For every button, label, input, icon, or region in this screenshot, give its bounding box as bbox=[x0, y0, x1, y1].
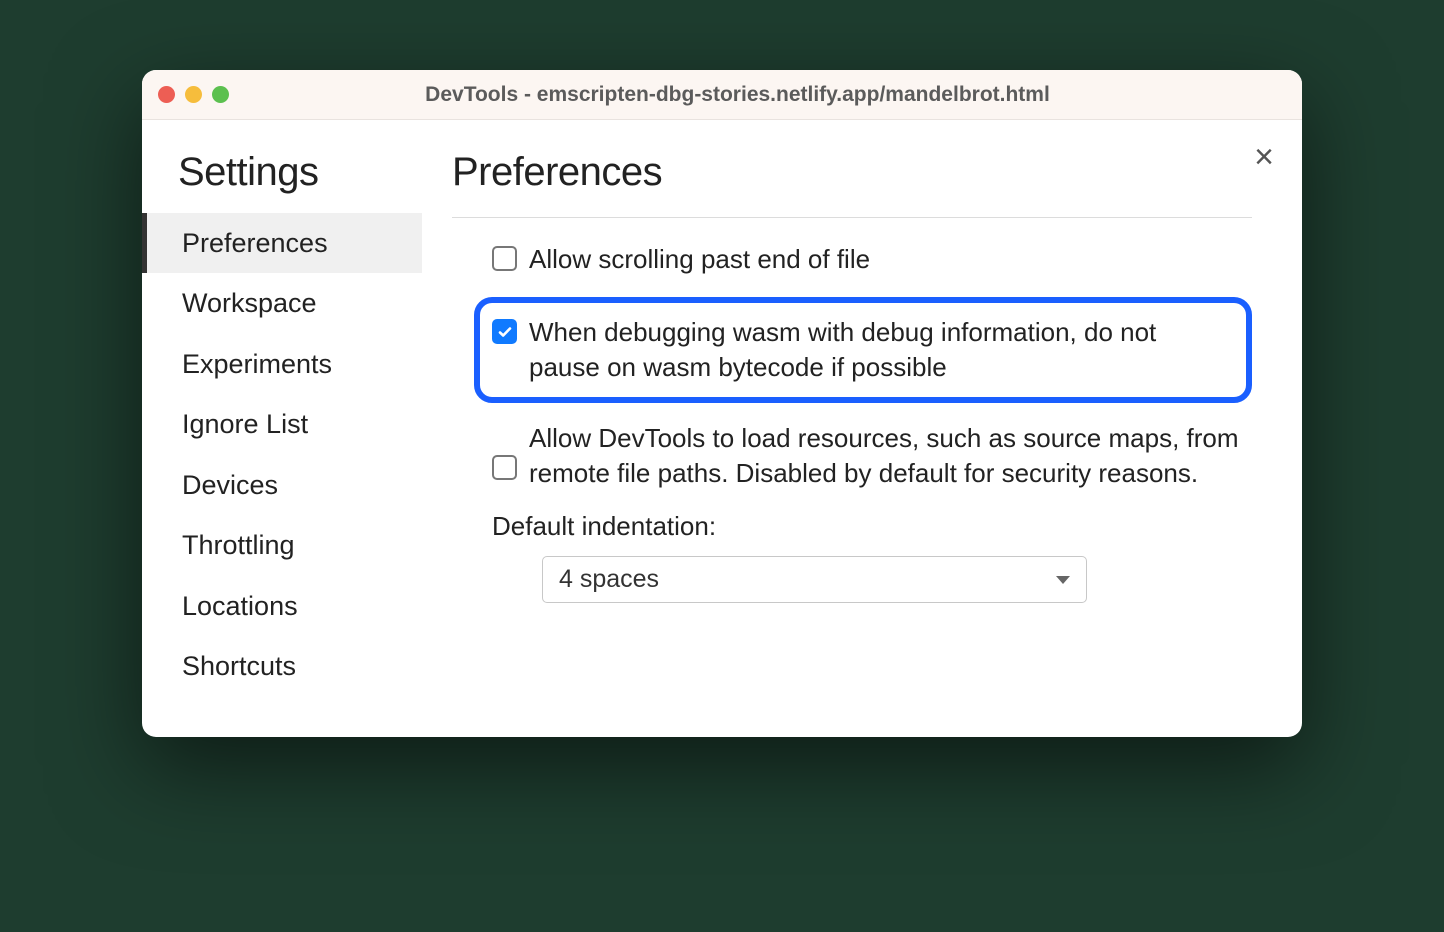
sidebar-item-label: Locations bbox=[182, 591, 298, 621]
settings-heading: Settings bbox=[142, 150, 422, 213]
checkbox-checked-icon[interactable] bbox=[492, 319, 517, 344]
sidebar-item-experiments[interactable]: Experiments bbox=[142, 334, 422, 394]
checkbox-label: Allow DevTools to load resources, such a… bbox=[529, 421, 1252, 491]
sidebar-item-label: Shortcuts bbox=[182, 651, 296, 681]
indentation-label: Default indentation: bbox=[492, 511, 1252, 542]
sidebar-item-ignore-list[interactable]: Ignore List bbox=[142, 394, 422, 454]
window-titlebar: DevTools - emscripten-dbg-stories.netlif… bbox=[142, 70, 1302, 120]
sidebar-item-label: Preferences bbox=[182, 228, 328, 258]
sidebar-item-label: Experiments bbox=[182, 349, 332, 379]
pref-allow-remote-filepaths[interactable]: Allow DevTools to load resources, such a… bbox=[492, 421, 1252, 491]
sidebar-item-label: Ignore List bbox=[182, 409, 308, 439]
sidebar-item-locations[interactable]: Locations bbox=[142, 576, 422, 636]
window-minimize-icon[interactable] bbox=[185, 86, 202, 103]
panel-title: Preferences bbox=[452, 150, 1252, 218]
settings-body: × Settings Preferences Workspace Experim… bbox=[142, 120, 1302, 737]
indentation-select[interactable]: 4 spaces bbox=[542, 556, 1087, 603]
check-icon bbox=[497, 324, 513, 340]
devtools-settings-window: DevTools - emscripten-dbg-stories.netlif… bbox=[142, 70, 1302, 737]
checkbox-label: When debugging wasm with debug informati… bbox=[529, 315, 1224, 385]
select-value: 4 spaces bbox=[559, 565, 659, 594]
checkbox-label: Allow scrolling past end of file bbox=[529, 242, 870, 277]
sidebar-item-workspace[interactable]: Workspace bbox=[142, 273, 422, 333]
window-title: DevTools - emscripten-dbg-stories.netlif… bbox=[249, 83, 1226, 107]
preferences-panel: Preferences Allow scrolling past end of … bbox=[422, 120, 1302, 737]
sidebar-item-throttling[interactable]: Throttling bbox=[142, 515, 422, 575]
pref-wasm-no-bytecode-pause[interactable]: When debugging wasm with debug informati… bbox=[474, 297, 1252, 403]
window-zoom-icon[interactable] bbox=[212, 86, 229, 103]
window-close-icon[interactable] bbox=[158, 86, 175, 103]
settings-sidebar: Settings Preferences Workspace Experimen… bbox=[142, 120, 422, 737]
close-icon: × bbox=[1254, 138, 1274, 176]
pref-allow-scroll-past-eof[interactable]: Allow scrolling past end of file bbox=[492, 242, 1252, 277]
checkbox-unchecked-icon[interactable] bbox=[492, 246, 517, 271]
window-controls bbox=[158, 86, 229, 103]
sidebar-item-label: Throttling bbox=[182, 530, 295, 560]
sidebar-item-label: Workspace bbox=[182, 288, 317, 318]
sidebar-item-label: Devices bbox=[182, 470, 278, 500]
sidebar-item-shortcuts[interactable]: Shortcuts bbox=[142, 636, 422, 696]
preferences-options: Allow scrolling past end of file When de… bbox=[452, 218, 1252, 603]
close-button[interactable]: × bbox=[1254, 140, 1274, 174]
sidebar-item-preferences[interactable]: Preferences bbox=[142, 213, 422, 273]
checkbox-unchecked-icon[interactable] bbox=[492, 455, 517, 480]
sidebar-item-devices[interactable]: Devices bbox=[142, 455, 422, 515]
chevron-down-icon bbox=[1056, 576, 1070, 584]
